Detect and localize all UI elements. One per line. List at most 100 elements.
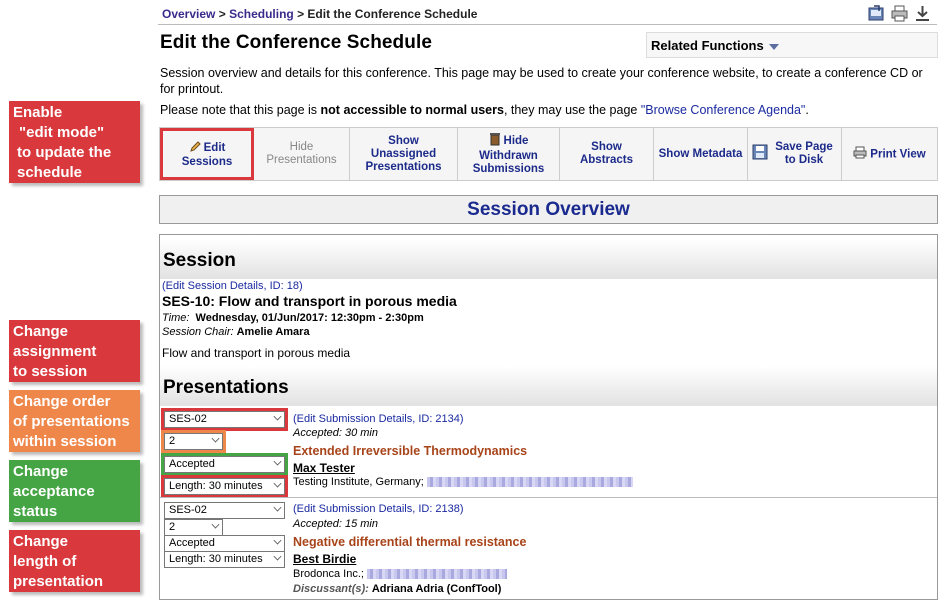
callout-line: Change order xyxy=(13,393,111,410)
callout-line: Change xyxy=(13,533,69,550)
trash-icon xyxy=(489,132,501,150)
toolbar: Edit Sessions Hide Presentations Show Un… xyxy=(159,127,938,181)
acceptance-select-value: Accepted xyxy=(169,537,215,549)
chevron-down-icon xyxy=(273,552,282,561)
callout-edit-mode: Enable "edit mode" to update the schedul… xyxy=(9,101,140,183)
chevron-down-icon xyxy=(768,43,779,50)
breadcrumb-bar: Overview > Scheduling > Edit the Confere… xyxy=(158,3,937,25)
chevron-down-icon xyxy=(273,536,282,545)
acceptance-select[interactable]: Accepted xyxy=(161,453,288,476)
time-value: Wednesday, 01/Jun/2017: 12:30pm - 2:30pm xyxy=(195,312,424,324)
author-name[interactable]: Max Tester xyxy=(293,461,355,475)
print-icon xyxy=(853,146,867,163)
length-select-value: Length: 30 minutes xyxy=(169,480,263,492)
save-page-label: Save Page to Disk xyxy=(775,141,833,166)
callout-line: Change xyxy=(13,463,69,480)
chevron-down-icon xyxy=(273,457,282,466)
show-abstracts-button[interactable]: Show Abstracts xyxy=(560,128,654,180)
print-icon[interactable] xyxy=(891,5,908,22)
access-note: Please note that this page is not access… xyxy=(160,102,940,118)
edit-submission-link[interactable]: (Edit Submission Details, ID: 2134) xyxy=(293,413,464,425)
session-heading: Session xyxy=(160,239,937,279)
accepted-info: Accepted: 15 min xyxy=(293,518,378,530)
callout-line: length of xyxy=(13,553,77,570)
hide-presentations-button[interactable]: Hide Presentations xyxy=(254,128,350,180)
author-affiliation: Brodonca Inc.; xyxy=(293,568,507,580)
breadcrumb-current: Edit the Conference Schedule xyxy=(307,7,478,21)
callout-change-acceptance: Change acceptance status xyxy=(9,460,140,522)
discussant-label: Discussant(s): xyxy=(293,583,369,595)
callout-line: Change xyxy=(13,323,69,340)
session-select-value: SES-02 xyxy=(169,413,207,425)
breadcrumb-scheduling-link[interactable]: Scheduling xyxy=(229,7,294,21)
callout-line: to update the xyxy=(17,144,112,161)
session-overview-heading: Session Overview xyxy=(159,195,938,224)
show-metadata-button[interactable]: Show Metadata xyxy=(654,128,748,180)
author-affiliation: Testing Institute, Germany; xyxy=(293,476,633,488)
show-unassigned-button[interactable]: Show Unassigned Presentations xyxy=(350,128,458,180)
note-text: Please note that this page is xyxy=(160,103,321,117)
callout-line: presentation xyxy=(13,573,104,590)
presentations-heading: Presentations xyxy=(160,366,937,406)
length-select[interactable]: Length: 30 minutes xyxy=(161,475,288,498)
show-unassigned-label: Show Unassigned Presentations xyxy=(365,134,442,173)
show-abstracts-label: Show Abstracts xyxy=(579,141,634,166)
callout-line: Enable xyxy=(13,104,63,121)
session-title: SES-10: Flow and transport in porous med… xyxy=(162,293,457,309)
session-select[interactable]: SES-02 xyxy=(161,408,288,431)
time-label: Time: xyxy=(162,312,190,324)
edit-submission-link[interactable]: (Edit Submission Details, ID: 2138) xyxy=(293,503,464,515)
session-select[interactable]: SES-02 xyxy=(164,502,285,519)
redacted-email xyxy=(367,569,507,580)
presentation-divider xyxy=(160,497,937,498)
acceptance-select-value: Accepted xyxy=(169,458,215,470)
session-box: Session (Edit Session Details, ID: 18) S… xyxy=(159,234,938,600)
chevron-down-icon xyxy=(273,503,282,512)
export-icon[interactable] xyxy=(868,5,885,22)
pencil-icon xyxy=(189,140,201,156)
breadcrumb: Overview > Scheduling > Edit the Confere… xyxy=(162,7,477,21)
note-text: , they may use the page xyxy=(503,103,641,117)
callout-line: assignment xyxy=(13,343,97,360)
hide-presentations-label: Hide Presentations xyxy=(266,141,337,166)
acceptance-select[interactable]: Accepted xyxy=(164,535,285,552)
order-select[interactable]: 2 xyxy=(161,430,226,453)
print-view-button[interactable]: Print View xyxy=(842,128,937,180)
show-metadata-label: Show Metadata xyxy=(658,147,743,160)
session-time: Time: Wednesday, 01/Jun/2017: 12:30pm - … xyxy=(162,312,424,324)
related-functions-label: Related Functions xyxy=(651,38,764,53)
breadcrumb-separator: > xyxy=(215,7,230,21)
callout-change-order: Change order of presentations within ses… xyxy=(9,390,140,452)
hide-withdrawn-button[interactable]: Hide Withdrawn Submissions xyxy=(458,128,560,180)
callout-line: acceptance xyxy=(13,483,95,500)
browse-agenda-link[interactable]: "Browse Conference Agenda" xyxy=(641,103,806,117)
presentation-title[interactable]: Negative differential thermal resistance xyxy=(293,535,526,549)
breadcrumb-separator: > xyxy=(293,7,308,21)
order-select[interactable]: 2 xyxy=(164,519,223,536)
chevron-down-icon xyxy=(211,434,220,443)
length-select[interactable]: Length: 30 minutes xyxy=(164,551,285,568)
callout-line: to session xyxy=(13,363,88,380)
author-name[interactable]: Best Birdie xyxy=(293,552,356,566)
edit-session-link[interactable]: (Edit Session Details, ID: 18) xyxy=(162,280,303,292)
order-select-value: 2 xyxy=(169,435,176,447)
callout-change-length: Change length of presentation xyxy=(9,530,140,592)
discussant: Discussant(s): Adriana Adria (ConfTool) xyxy=(293,583,501,595)
save-page-button[interactable]: Save Page to Disk xyxy=(748,128,842,180)
related-functions-dropdown[interactable]: Related Functions xyxy=(646,32,938,58)
page-title: Edit the Conference Schedule xyxy=(160,32,433,53)
callout-line: "edit mode" xyxy=(19,124,105,141)
chevron-down-icon xyxy=(273,479,282,488)
edit-sessions-button[interactable]: Edit Sessions xyxy=(160,128,254,180)
affiliation-text: Testing Institute, Germany; xyxy=(293,476,424,488)
order-select-value: 2 xyxy=(169,521,176,533)
presentation-title[interactable]: Extended Irreversible Thermodynamics xyxy=(293,444,527,458)
breadcrumb-overview-link[interactable]: Overview xyxy=(162,7,215,21)
callout-line: schedule xyxy=(17,164,83,181)
download-icon[interactable] xyxy=(914,5,931,22)
chevron-down-icon xyxy=(211,520,220,529)
intro-text: Session overview and details for this co… xyxy=(160,66,923,96)
callout-change-assignment: Change assignment to session xyxy=(9,320,140,382)
callout-line: of presentations xyxy=(13,413,130,430)
chair-label: Session Chair: xyxy=(162,326,234,338)
